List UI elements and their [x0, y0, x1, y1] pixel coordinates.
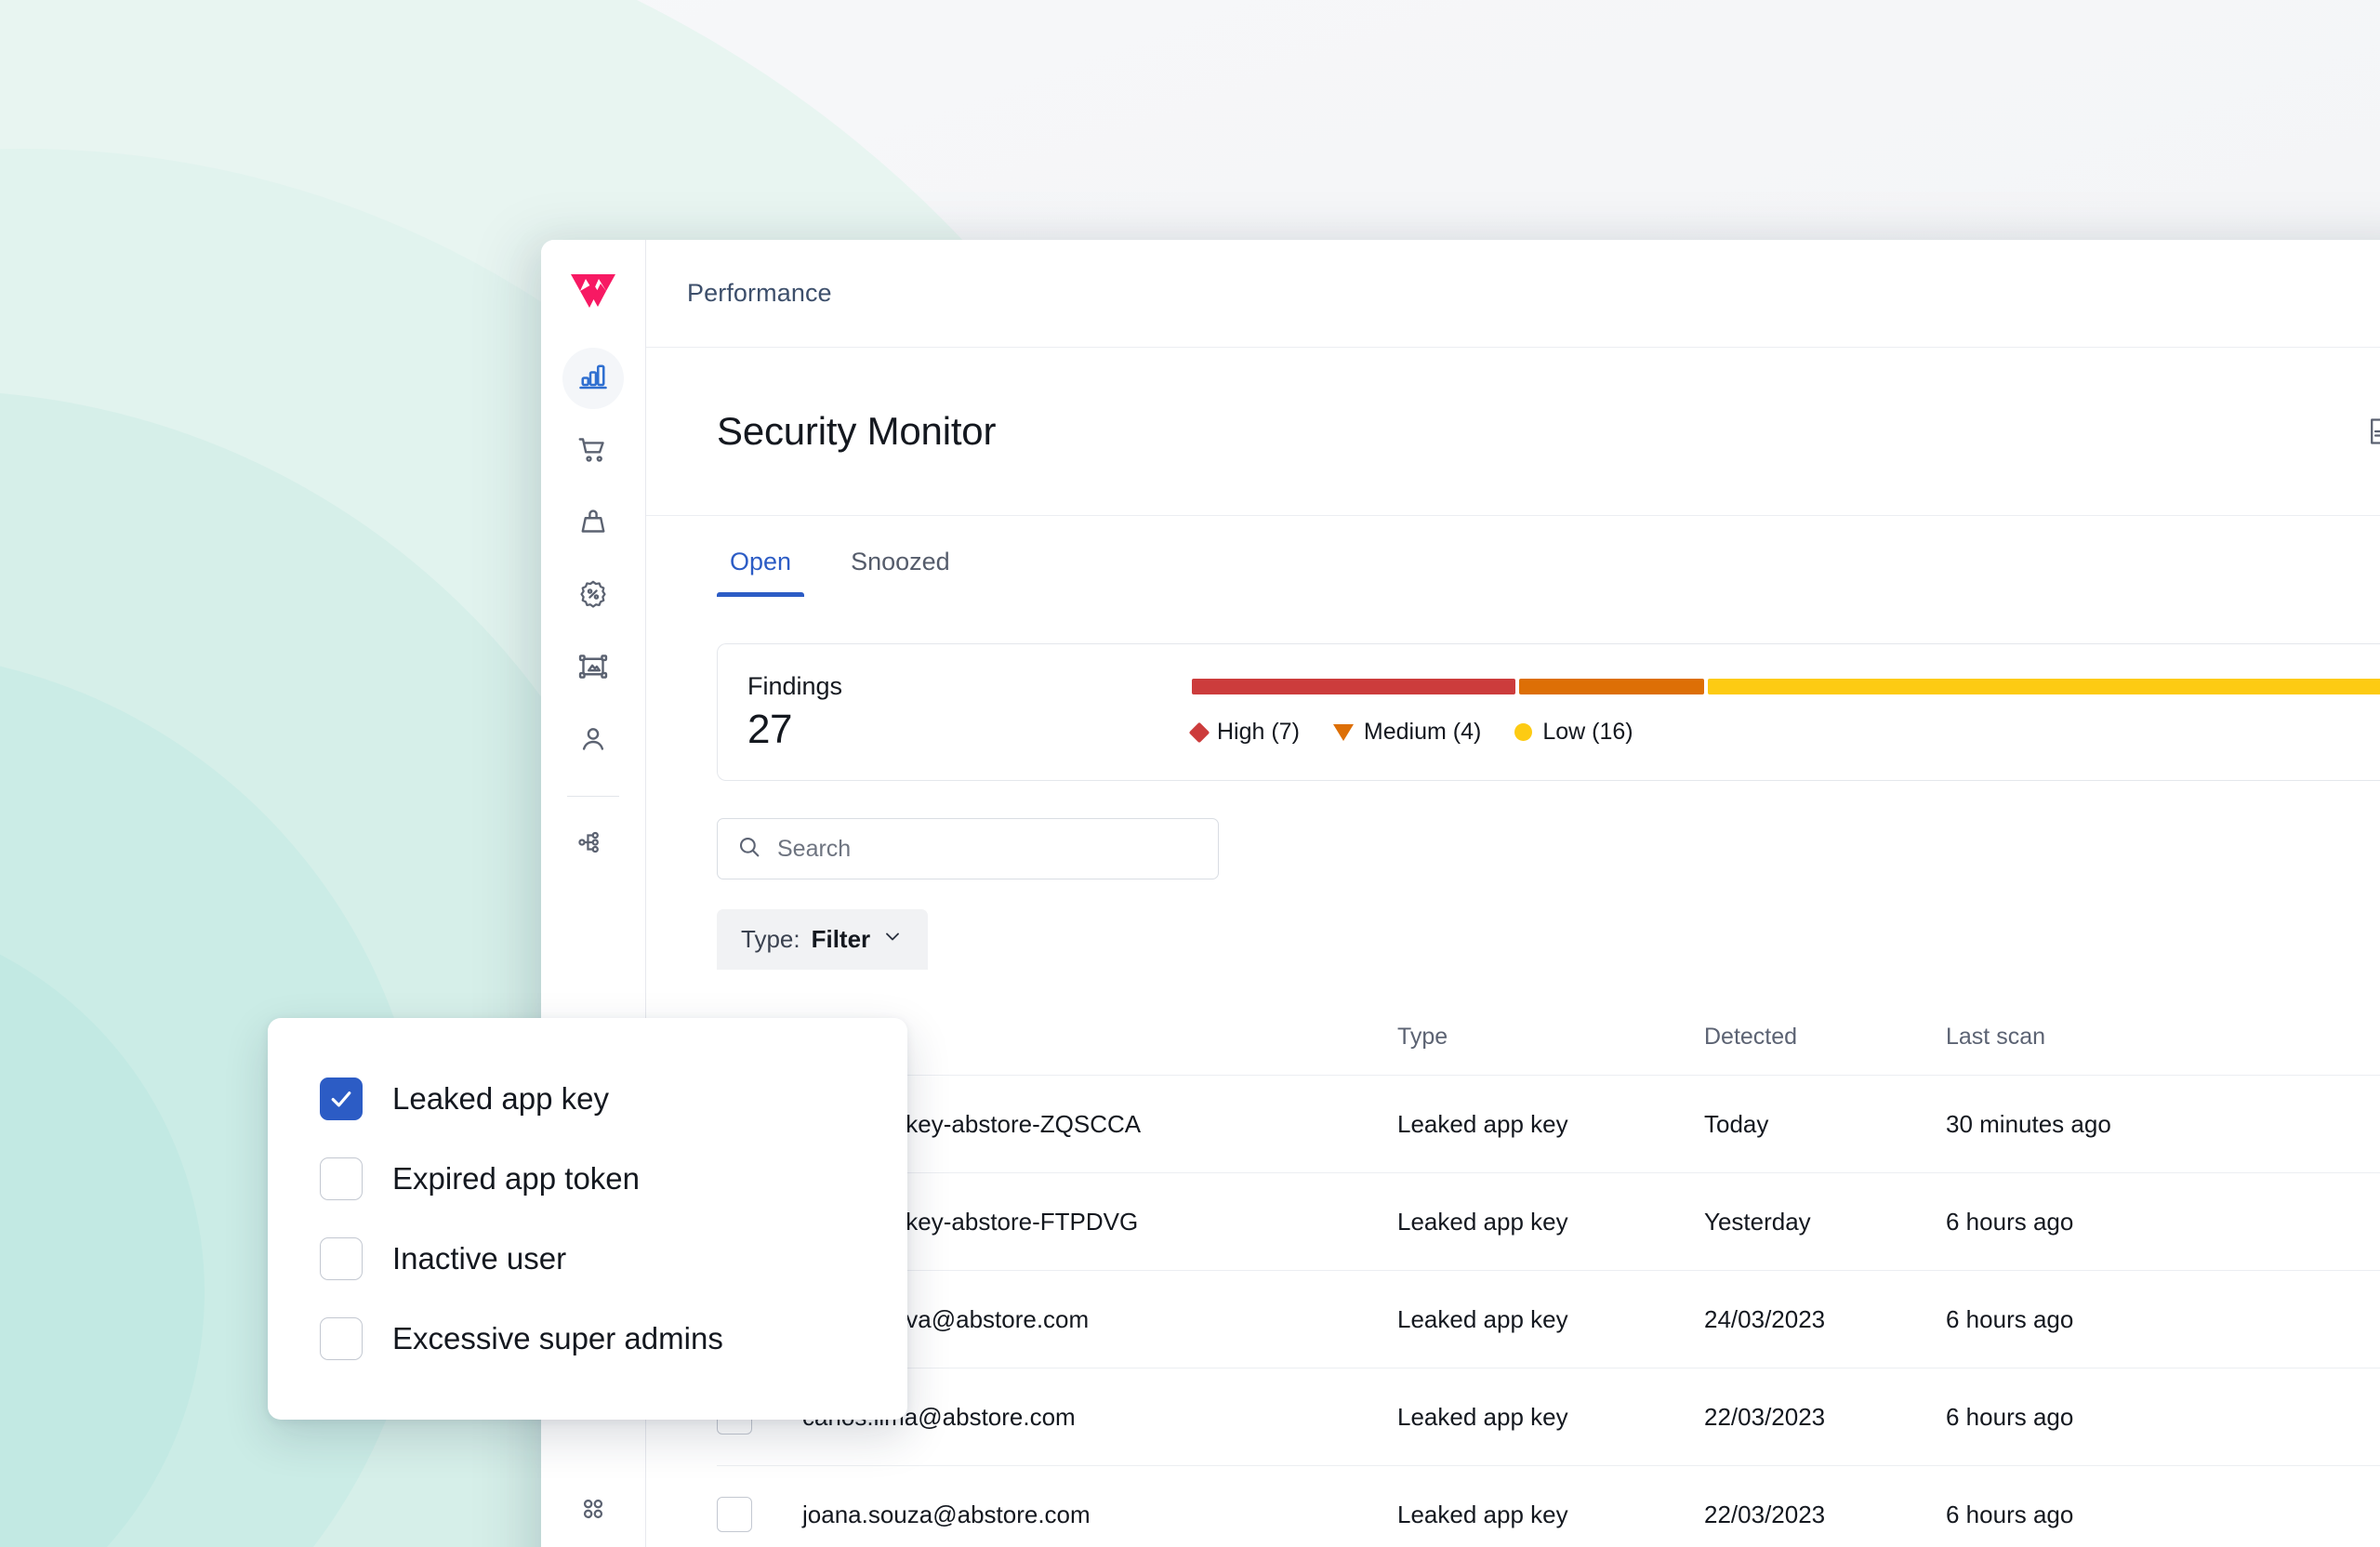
type-filter-button[interactable]: Type: Filter — [717, 909, 929, 970]
checkbox-unchecked[interactable] — [320, 1157, 363, 1200]
document-icon[interactable] — [2352, 404, 2380, 458]
column-header-detected: Detected — [1704, 1024, 1798, 1050]
topbar: Performance — [646, 240, 2380, 348]
column-header-last-scan: Last scan — [1946, 1024, 2046, 1050]
table-row[interactable]: VTEXappkey-abstore-ZQSCCA Leaked app key T… — [717, 1075, 2380, 1173]
breadcrumb[interactable]: Performance — [687, 279, 832, 308]
tab-snoozed[interactable]: Snoozed — [838, 548, 963, 597]
filter-row: Type: Filter — [717, 909, 2380, 970]
sidebar-item-catalog[interactable] — [562, 493, 624, 554]
row-detected: Yesterday — [1704, 1172, 1946, 1271]
shopping-cart-icon — [576, 432, 610, 470]
chevron-down-icon — [881, 925, 904, 954]
sidebar-divider — [567, 796, 619, 797]
filter-option[interactable]: Inactive user — [268, 1219, 907, 1299]
checkbox-checked[interactable] — [320, 1078, 363, 1120]
sidebar-item-customers[interactable] — [562, 710, 624, 772]
table-row[interactable]: VTEXappkey-abstore-FTPDVG Leaked app key Y… — [717, 1172, 2380, 1271]
legend-label: High (7) — [1217, 719, 1300, 745]
type-filter-popover: Leaked app key Expired app token Inactive … — [268, 1018, 907, 1420]
image-frame-icon — [576, 650, 610, 688]
filter-option-label: Inactive user — [392, 1241, 567, 1276]
severity-segment-medium — [1518, 679, 1704, 694]
findings-summary: Findings 27 — [718, 672, 1192, 753]
row-select-cell — [717, 1465, 802, 1547]
severity-segment-high — [1192, 679, 1515, 694]
severity-legend: High (7) Medium (4) Low (16) — [1188, 719, 2380, 746]
filter-option[interactable]: Leaked app key — [268, 1059, 907, 1139]
table-row[interactable]: carlos.lima@abstore.com Leaked app key 22/… — [717, 1368, 2380, 1466]
row-detected: Today — [1704, 1075, 1946, 1173]
page-header: Security Monitor — [646, 348, 2380, 515]
row-type: Leaked app key — [1397, 1075, 1704, 1173]
diamond-icon — [1188, 721, 1210, 743]
row-type: Leaked app key — [1397, 1368, 1704, 1466]
search-icon — [736, 834, 762, 865]
findings-count: 27 — [747, 706, 792, 752]
row-checkbox[interactable] — [717, 1497, 752, 1532]
filter-option[interactable]: Expired app token — [268, 1139, 907, 1219]
row-detected: 22/03/2023 — [1704, 1465, 1946, 1547]
severity-bar — [1192, 679, 2380, 694]
legend-item: Medium (4) — [1332, 719, 1482, 746]
row-type: Leaked app key — [1397, 1270, 1704, 1368]
column-header-type: Type — [1397, 1024, 1448, 1050]
findings-table: Type Detected Last scan VTEXappkey-absto… — [717, 1024, 2380, 1547]
row-last-scan: 30 minutes ago — [1946, 1075, 2380, 1173]
row-last-scan: 6 hours ago — [1946, 1368, 2380, 1466]
row-type: Leaked app key — [1397, 1172, 1704, 1271]
row-last-scan: 6 hours ago — [1946, 1172, 2380, 1271]
shopping-bag-icon — [576, 505, 610, 543]
sidebar-bottom — [541, 1480, 645, 1547]
sidebar-item-all-apps[interactable] — [562, 1480, 624, 1541]
row-type: Leaked app key — [1397, 1465, 1704, 1547]
row-last-scan: 6 hours ago — [1946, 1270, 2380, 1368]
checkbox-unchecked[interactable] — [320, 1317, 363, 1360]
sidebar-item-promotions[interactable] — [562, 565, 624, 627]
table-row[interactable]: joana.souza@abstore.com Leaked app key 22/… — [717, 1465, 2380, 1547]
sidebar-item-integrations[interactable] — [562, 813, 624, 875]
legend-label: Medium (4) — [1363, 719, 1482, 745]
table-body: VTEXappkey-abstore-ZQSCCA Leaked app key T… — [717, 1075, 2380, 1547]
sidebar-item-analytics[interactable] — [562, 348, 624, 409]
apps-grid-icon — [578, 1494, 608, 1528]
severity-breakdown: High (7) Medium (4) Low (16) — [1188, 679, 2380, 746]
table-header: Type Detected Last scan — [717, 1024, 2380, 1076]
check-icon — [331, 1091, 351, 1107]
triangle-down-icon — [1332, 723, 1354, 741]
row-detected: 22/03/2023 — [1704, 1368, 1946, 1466]
table-row[interactable]: marina.silva@abstore.com Leaked app key 24… — [717, 1270, 2380, 1368]
checkbox-unchecked[interactable] — [320, 1237, 363, 1280]
vtex-logo-icon[interactable] — [567, 266, 619, 316]
tab-open[interactable]: Open — [717, 548, 805, 597]
sitemap-icon — [576, 826, 610, 864]
sidebar-item-orders[interactable] — [562, 420, 624, 482]
legend-item: Low (16) — [1514, 719, 1633, 746]
bar-chart-icon — [576, 360, 610, 398]
circle-icon — [1514, 723, 1533, 741]
filter-key-label: Type: — [741, 925, 800, 953]
sidebar-item-storefront[interactable] — [562, 638, 624, 699]
row-detected: 24/03/2023 — [1704, 1270, 1946, 1368]
row-last-scan: 6 hours ago — [1946, 1465, 2380, 1547]
row-name: joana.souza@abstore.com — [802, 1465, 1397, 1547]
user-icon — [576, 722, 610, 760]
search-input-wrapper[interactable] — [717, 818, 1219, 879]
legend-label: Low (16) — [1542, 719, 1633, 745]
filter-value-label: Filter — [811, 925, 871, 953]
findings-label: Findings — [747, 671, 843, 700]
filter-option-label: Leaked app key — [392, 1081, 610, 1116]
discount-badge-icon — [576, 577, 610, 615]
search-input[interactable] — [777, 835, 1199, 863]
tabbar: Open Snoozed — [646, 515, 2380, 597]
page-title: Security Monitor — [717, 409, 997, 453]
findings-card: Findings 27 High (7) Medium (4) Low (16) — [717, 643, 2380, 781]
filter-option-label: Expired app token — [392, 1161, 641, 1196]
legend-item: High (7) — [1188, 719, 1300, 746]
filter-option[interactable]: Excessive super admins — [268, 1299, 907, 1379]
severity-segment-low — [1707, 679, 2380, 694]
filter-option-label: Excessive super admins — [392, 1321, 723, 1355]
